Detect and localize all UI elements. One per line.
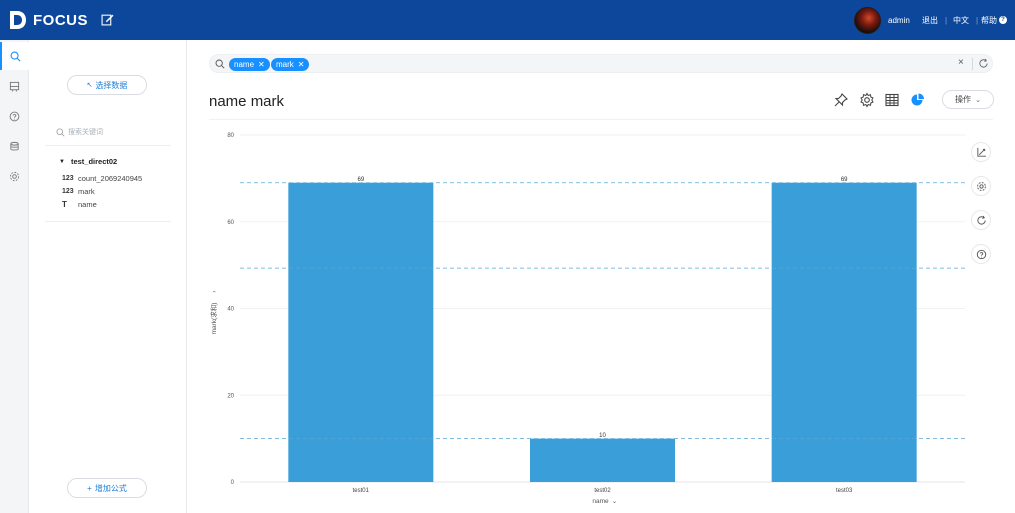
question-icon: [9, 111, 20, 121]
clear-search-icon[interactable]: ×: [958, 57, 964, 68]
close-icon[interactable]: ✕: [258, 60, 265, 69]
tag-label: mark: [276, 60, 294, 69]
edit-icon[interactable]: [101, 13, 114, 26]
bar: [530, 438, 675, 482]
x-tick-label: test03: [836, 488, 853, 494]
divider: [45, 145, 171, 146]
app-name: FOCUS: [33, 11, 88, 29]
chevron-down-icon: ⌄: [612, 498, 617, 505]
language-link[interactable]: 中文 |: [953, 0, 978, 40]
search-tag-mark[interactable]: mark ✕: [271, 58, 310, 71]
bar-chart: 02040608069test0110test0269test03name ⌄ma…: [209, 133, 965, 505]
x-axis-label: name: [592, 498, 609, 505]
x-tick-label: test02: [594, 488, 611, 494]
gear-icon[interactable]: [859, 92, 875, 108]
chart-pie-icon[interactable]: [910, 92, 926, 108]
divider: [209, 119, 993, 120]
y-axis-label: mark(求和): [209, 303, 218, 335]
divider: [45, 221, 171, 222]
refresh-icon: [976, 215, 986, 225]
board-icon: [9, 81, 20, 92]
language-label: 中文: [953, 15, 969, 25]
search-icon: [215, 59, 225, 69]
table-node[interactable]: ▼ test_direct02: [59, 157, 117, 166]
search-icon: [10, 51, 21, 61]
text-type-icon: T: [62, 200, 67, 209]
number-type-icon: 123: [62, 175, 74, 182]
help-link[interactable]: 帮助 ?: [981, 0, 1007, 40]
add-formula-label: 增加公式: [94, 483, 127, 493]
y-tick-label: 20: [227, 393, 234, 399]
chart-help-button[interactable]: [971, 244, 991, 264]
select-data-button[interactable]: ↖ 选择数据: [67, 75, 147, 95]
add-formula-button[interactable]: + 增加公式: [67, 478, 147, 498]
number-type-icon: 123: [62, 188, 74, 195]
field-name: mark: [78, 187, 95, 196]
refresh-icon[interactable]: [978, 58, 989, 69]
page-title: name mark: [209, 93, 285, 110]
close-icon[interactable]: ✕: [298, 60, 305, 69]
rail-board[interactable]: [0, 72, 29, 100]
y-tick-label: 60: [227, 220, 234, 226]
axis-settings-button[interactable]: [971, 142, 991, 162]
plus-icon: +: [87, 483, 92, 493]
field-search-input[interactable]: 搜索关键词: [56, 125, 174, 139]
operation-label: 操作: [955, 95, 972, 104]
search-placeholder: 搜索关键词: [68, 129, 103, 136]
separator: |: [945, 15, 948, 25]
field-name: count_2069240945: [78, 174, 143, 183]
bar: [288, 182, 434, 482]
select-data-label: 选择数据: [95, 80, 128, 90]
x-tick-label: test01: [353, 488, 370, 494]
help-label: 帮助: [981, 15, 997, 25]
chevron-right-icon: ›: [211, 290, 218, 292]
rail-database[interactable]: [0, 132, 29, 160]
y-tick-label: 40: [227, 307, 234, 313]
search-tag-name[interactable]: name ✕: [229, 58, 270, 71]
pin-icon[interactable]: [833, 92, 849, 108]
user-name[interactable]: admin: [888, 0, 910, 40]
tag-label: name: [234, 60, 255, 69]
app-logo[interactable]: FOCUS: [9, 10, 88, 30]
logout-link[interactable]: 退出 |: [922, 0, 947, 40]
gear-icon: [976, 181, 986, 191]
avatar[interactable]: [854, 7, 881, 34]
operation-dropdown[interactable]: 操作 ⌄: [942, 90, 994, 109]
top-bar: FOCUS admin 退出 | 中文 | 帮助 ?: [0, 0, 1015, 40]
help-icon: ?: [999, 16, 1007, 24]
field-name: name: [78, 200, 97, 209]
chevron-down-icon: ⌄: [975, 96, 981, 104]
separator: |: [976, 15, 979, 25]
data-panel: ↖ 选择数据 搜索关键词 ▼ test_direct02 123 count_2…: [29, 40, 187, 513]
field-item[interactable]: 123 mark: [62, 187, 95, 196]
y-tick-label: 0: [231, 480, 235, 486]
logo-icon: [10, 11, 26, 29]
table-name: test_direct02: [70, 157, 118, 166]
logout-label: 退出: [922, 15, 938, 25]
y-tick-label: 80: [227, 133, 234, 139]
caret-down-icon: ▼: [59, 158, 65, 165]
reset-button[interactable]: [971, 210, 991, 230]
divider: [972, 58, 973, 70]
search-bar[interactable]: name ✕ mark ✕ ×: [209, 54, 993, 73]
bar: [771, 182, 917, 482]
pointer-icon: ↖: [86, 82, 93, 89]
field-item[interactable]: T name: [62, 200, 97, 209]
rail-search[interactable]: [0, 42, 29, 70]
rail-settings[interactable]: [0, 162, 29, 190]
field-item[interactable]: 123 count_2069240945: [62, 174, 142, 183]
database-icon: [10, 141, 19, 150]
table-icon[interactable]: [884, 92, 900, 108]
question-icon: [976, 249, 986, 259]
settings-icon: [9, 171, 20, 181]
icon-rail: [0, 40, 29, 513]
chart-settings-button[interactable]: [971, 176, 991, 196]
search-icon: [56, 127, 65, 137]
axis-icon: [976, 147, 986, 157]
rail-question[interactable]: [0, 102, 29, 130]
